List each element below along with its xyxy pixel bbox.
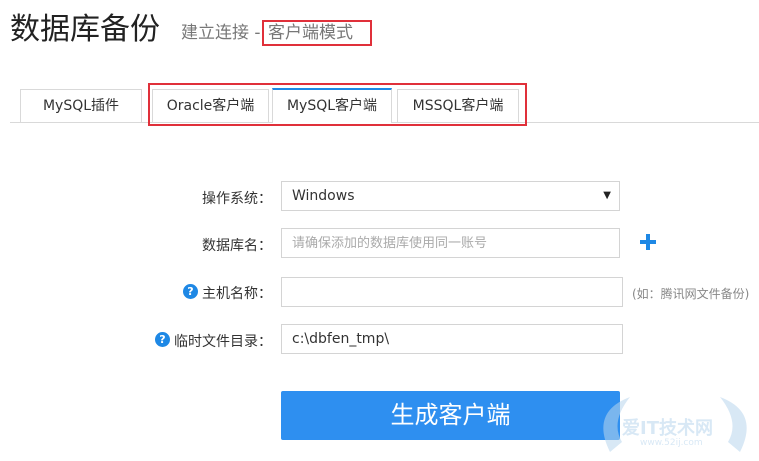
os-select[interactable]: Windows ▼ — [281, 181, 620, 211]
db-name-input[interactable]: 请确保添加的数据库使用同一账号 — [281, 228, 620, 258]
host-hint: (如：腾讯网文件备份) — [632, 287, 750, 301]
generate-client-button[interactable]: 生成客户端 — [281, 391, 620, 440]
watermark-text: 爱IT技术网 — [622, 418, 713, 439]
os-select-value: Windows — [292, 188, 355, 204]
plus-icon[interactable] — [639, 233, 657, 251]
tmp-dir-label: 临时文件目录： — [174, 334, 272, 350]
watermark-sub: www.52ij.com — [640, 438, 703, 448]
host-label: 主机名称： — [202, 286, 272, 302]
db-name-label: 数据库名： — [202, 238, 272, 254]
page-title: 数据库备份 — [10, 12, 160, 47]
tabs-highlight-box — [148, 83, 527, 126]
question-circle-icon[interactable]: ? — [155, 332, 170, 347]
watermark: 爱IT技术网 www.52ij.com — [600, 392, 750, 456]
tab-mysql-plugin[interactable]: MySQL插件 — [20, 89, 142, 122]
os-label: 操作系统： — [202, 191, 272, 207]
mode-label: 客户端模式 — [262, 20, 372, 46]
tmp-dir-input[interactable]: c:\dbfen_tmp\ — [281, 324, 623, 354]
caret-down-icon: ▼ — [603, 190, 611, 201]
breadcrumb-subtitle: 建立连接 - — [181, 23, 261, 43]
host-input[interactable] — [281, 277, 623, 307]
db-name-placeholder: 请确保添加的数据库使用同一账号 — [292, 236, 488, 251]
tmp-dir-input-value: c:\dbfen_tmp\ — [292, 331, 390, 347]
question-circle-icon[interactable]: ? — [183, 284, 198, 299]
